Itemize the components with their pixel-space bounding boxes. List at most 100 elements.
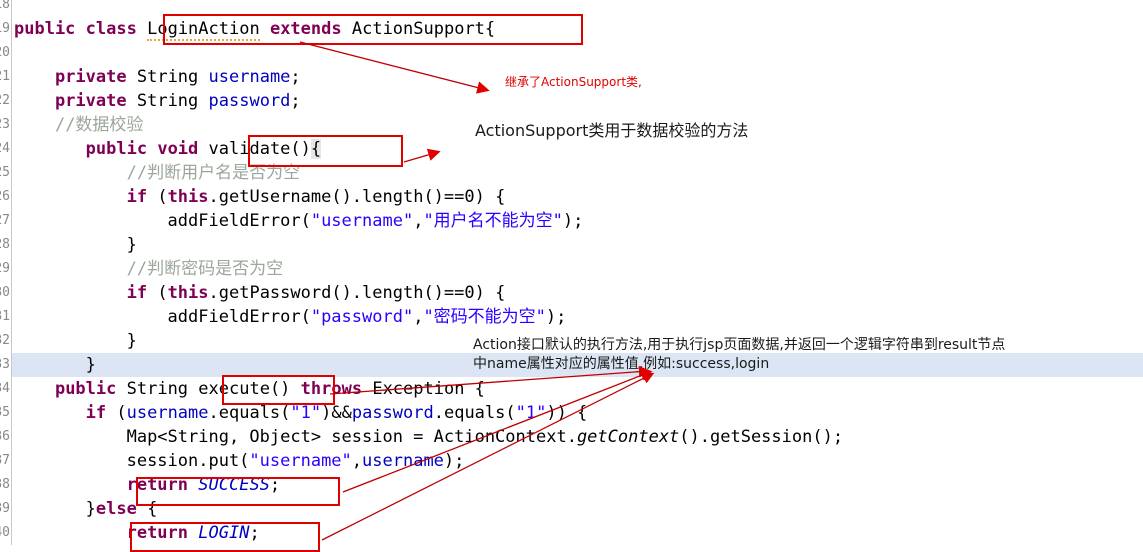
code-token: public [54,379,117,399]
code-token: ().getSession(); [679,427,844,447]
code-token: private [54,91,127,111]
code-token: "1" [290,403,322,423]
annotation-validate-note: ActionSupport类用于数据校验的方法 [475,121,749,140]
code-token: String [136,91,199,111]
line-number: 27 [0,213,10,228]
line-number: 20 [0,45,10,60]
code-token: Exception { [362,379,485,399]
code-token: , [351,451,363,471]
line-number: 22 [0,93,10,108]
box-return-success [136,477,340,506]
code-token: ( [147,283,168,303]
code-token: } [85,355,96,375]
line-number-gutter[interactable]: 18 19 20 21 22 23 24 25 26 27 28 29 30 31 32 33 34 35 36 37… [0,0,12,545]
box-return-login [130,522,320,552]
code-token: "用户名不能为空" [423,211,563,231]
code-token: session.put( [126,451,250,471]
line-number: 33 [0,357,10,372]
code-token: private [54,67,127,87]
box-validate [248,135,403,167]
line-number: 36 [0,429,10,444]
code-token: else [95,499,137,519]
code-token: } [85,499,96,519]
code-token: void [157,139,199,159]
code-token: ); [545,307,567,327]
line-number: 32 [0,333,10,348]
code-token: addFieldError( [167,211,311,231]
code-token: ; [290,91,301,111]
code-token: ); [562,211,584,231]
code-token: "username" [249,451,352,471]
code-token: if [126,187,148,207]
code-token: .equals( [208,403,291,423]
code-token: , [413,211,424,231]
code-token: "1" [515,403,547,423]
code-token: String [136,67,199,87]
code-line[interactable]: private String password; [0,89,1143,113]
code-token: username [362,451,444,471]
line-number: 34 [0,381,10,396]
code-line[interactable]: if (username.equals("1")&&password.equal… [0,401,1143,425]
line-number: 35 [0,405,10,420]
code-token: username [126,403,209,423]
code-token: password [208,91,291,111]
box-class-decl [163,14,583,45]
code-line[interactable]: addFieldError("username","用户名不能为空"); [0,209,1143,233]
code-token: password [351,403,434,423]
code-token: , [413,307,424,327]
code-line[interactable]: if (this.getUsername().length()==0) { [0,185,1143,209]
code-line[interactable]: } [0,233,1143,257]
code-token: ( [106,403,127,423]
code-line[interactable]: //判断密码是否为空 [0,257,1143,281]
code-editor[interactable]: 18 19 20 21 22 23 24 25 26 27 28 29 30 31 32 33 34 35 36 37… [0,0,1143,552]
line-number: 24 [0,141,10,156]
line-number: 38 [0,477,10,492]
code-token: if [85,403,107,423]
code-token: this [167,283,209,303]
line-number: 40 [0,525,10,540]
code-token: .equals( [433,403,516,423]
line-number: 19 [0,21,10,36]
code-token: //数据校验 [54,115,144,135]
code-line[interactable]: public String execute() throws Exception… [0,377,1143,401]
line-number: 39 [0,501,10,516]
code-line[interactable]: //判断用户名是否为空 [0,161,1143,185]
code-line[interactable]: if (this.getPassword().length()==0) { [0,281,1143,305]
code-token: "username" [310,211,414,231]
line-number: 28 [0,237,10,252]
code-token: .getPassword().length()==0) { [208,283,506,303]
line-number: 25 [0,165,10,180]
code-token: //判断密码是否为空 [126,259,284,279]
line-number: 26 [0,189,10,204]
code-line[interactable]: addFieldError("password","密码不能为空"); [0,305,1143,329]
line-number: 29 [0,261,10,276]
code-line[interactable]: session.put("username",username); [0,449,1143,473]
code-token: this [167,187,209,207]
code-token: } [126,331,137,351]
line-number: 23 [0,117,10,132]
annotation-execute-note-line2: 中name属性对应的属性值,例如:success,login [473,356,770,372]
code-line[interactable]: Map<String, Object> session = ActionCont… [0,425,1143,449]
